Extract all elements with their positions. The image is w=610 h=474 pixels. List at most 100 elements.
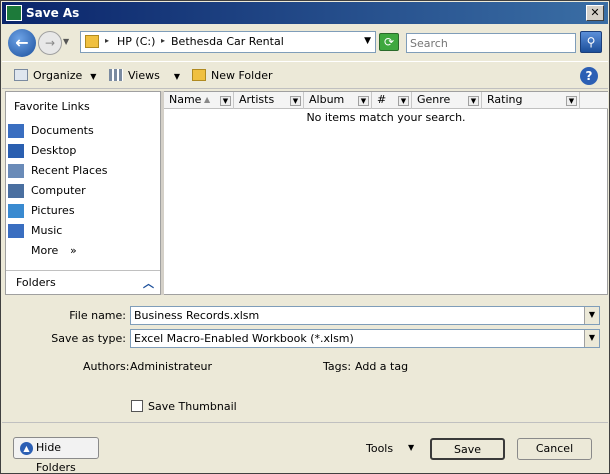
breadcrumb-drive[interactable]: HP (C:) [117,35,155,48]
refresh-button[interactable]: ⟳ [379,33,399,51]
recent-pages-dropdown-icon[interactable]: ▼ [63,37,69,46]
chevron-up-icon: ▲ [20,442,33,455]
file-list: Name ▲ ▼ Artists ▼ Album ▼ # ▼ Genre ▼ Rating ▼… [164,91,608,295]
divider [2,422,608,423]
column-filter-dropdown-icon[interactable]: ▼ [290,96,301,106]
chevron-down-icon: ▼ [90,72,97,81]
sidebar-item-music[interactable]: Music [8,222,158,240]
hide-folders-label: Hide Folders [36,441,76,474]
views-button[interactable]: Views ▼ [109,68,180,84]
pictures-icon [8,204,24,218]
chevron-down-icon[interactable]: ▼ [584,307,599,324]
column-header-rating[interactable]: Rating ▼ [482,92,580,109]
column-filter-dropdown-icon[interactable]: ▼ [566,96,577,106]
save-type-label: Save as type: [51,332,126,345]
column-filter-dropdown-icon[interactable]: ▼ [398,96,409,106]
sidebar-item-label: Computer [31,184,86,197]
close-button[interactable]: ✕ [586,5,604,21]
sort-ascending-icon: ▲ [204,95,211,104]
organize-label: Organize [33,69,83,82]
more-label: More [31,244,59,257]
chevron-down-icon[interactable]: ▼ [584,330,599,347]
sidebar-item-label: Desktop [31,144,77,157]
file-name-label: File name: [69,309,126,322]
chevron-up-icon[interactable]: ︿ [143,275,154,291]
sidebar-item-more[interactable]: More » [8,242,158,260]
column-header-label: Rating [487,93,523,106]
help-button[interactable]: ? [580,67,598,85]
back-button[interactable]: ← [8,29,36,57]
organize-button[interactable]: Organize ▼ [14,68,96,84]
tags-label: Tags: [323,360,352,373]
cancel-button[interactable]: Cancel [517,438,592,460]
column-header-label: Artists [239,93,275,106]
column-header-label: # [377,93,387,106]
sidebar-item-label: Pictures [31,204,75,217]
sidebar-item-label: Documents [31,124,94,137]
address-bar-row: ← → ▼ ▸ HP (C:) ▸ Bethesda Car Rental ▼ … [2,25,608,59]
views-icon [109,69,123,81]
excel-app-icon [6,5,22,21]
double-chevron-right-icon: » [70,244,77,257]
organize-icon [14,69,28,81]
file-name-field[interactable]: Business Records.xlsm ▼ [130,306,600,325]
window-title: Save As [26,6,80,20]
divider [6,270,160,271]
authors-value[interactable]: Administrateur [130,360,212,373]
column-header-label: Name [169,93,202,106]
file-name-value: Business Records.xlsm [134,309,260,322]
navigation-pane: Favorite Links Documents Desktop Recent … [5,91,161,295]
breadcrumb-folder[interactable]: Bethesda Car Rental [171,35,284,48]
column-header-name[interactable]: Name ▲ ▼ [164,92,234,109]
column-header-label: Genre [417,93,451,106]
search-button[interactable]: ⚲ [580,31,602,53]
sidebar-item-documents[interactable]: Documents [8,122,158,140]
folders-toggle-label[interactable]: Folders [16,276,56,289]
command-toolbar: Organize ▼ Views ▼ New Folder ? [2,61,608,89]
sidebar-item-computer[interactable]: Computer [8,182,158,200]
favorite-links-heading: Favorite Links [14,100,90,113]
sidebar-item-label: Music [31,224,63,237]
desktop-icon [8,144,24,158]
sidebar-item-label: Recent Places [31,164,108,177]
chevron-down-icon: ▼ [408,443,415,452]
tags-value[interactable]: Add a tag [355,360,408,373]
column-filter-dropdown-icon[interactable]: ▼ [220,96,231,106]
breadcrumb-chevron-icon[interactable]: ▸ [105,36,109,45]
folder-icon [85,35,99,48]
search-input[interactable] [406,33,576,53]
new-folder-button[interactable]: New Folder [192,68,272,84]
sidebar-item-desktop[interactable]: Desktop [8,142,158,160]
recent-places-icon [8,164,24,178]
column-header-genre[interactable]: Genre ▼ [412,92,482,109]
column-header-artists[interactable]: Artists ▼ [234,92,304,109]
tools-menu-button[interactable]: Tools ▼ [366,442,414,455]
column-header-row: Name ▲ ▼ Artists ▼ Album ▼ # ▼ Genre ▼ Rating ▼ [164,92,608,109]
column-header-track-number[interactable]: # ▼ [372,92,412,109]
sidebar-item-recent-places[interactable]: Recent Places [8,162,158,180]
save-type-select[interactable]: Excel Macro-Enabled Workbook (*.xlsm) ▼ [130,329,600,348]
save-as-dialog: Save As ✕ ← → ▼ ▸ HP (C:) ▸ Bethesda Car… [0,0,610,474]
save-thumbnail-checkbox[interactable] [131,400,143,412]
save-thumbnail-label[interactable]: Save Thumbnail [148,400,237,413]
sidebar-item-pictures[interactable]: Pictures [8,202,158,220]
save-button[interactable]: Save [430,438,505,460]
address-dropdown-icon[interactable]: ▼ [364,36,371,46]
new-folder-icon [192,69,206,81]
documents-icon [8,124,24,138]
chevron-down-icon: ▼ [173,72,180,81]
column-header-album[interactable]: Album ▼ [304,92,372,109]
column-filter-dropdown-icon[interactable]: ▼ [358,96,369,106]
hide-folders-button[interactable]: ▲ Hide Folders [13,437,99,474]
computer-icon [8,184,24,198]
new-folder-label: New Folder [211,69,273,82]
tools-label: Tools [366,442,394,455]
breadcrumb-chevron-icon[interactable]: ▸ [161,36,165,45]
title-bar: Save As ✕ [2,2,608,24]
empty-list-message: No items match your search. [306,111,466,124]
save-type-value: Excel Macro-Enabled Workbook (*.xlsm) [134,332,354,345]
column-filter-dropdown-icon[interactable]: ▼ [468,96,479,106]
column-header-label: Album [309,93,345,106]
address-bar[interactable]: ▸ HP (C:) ▸ Bethesda Car Rental ▼ [80,31,376,53]
forward-button[interactable]: → [38,31,62,55]
